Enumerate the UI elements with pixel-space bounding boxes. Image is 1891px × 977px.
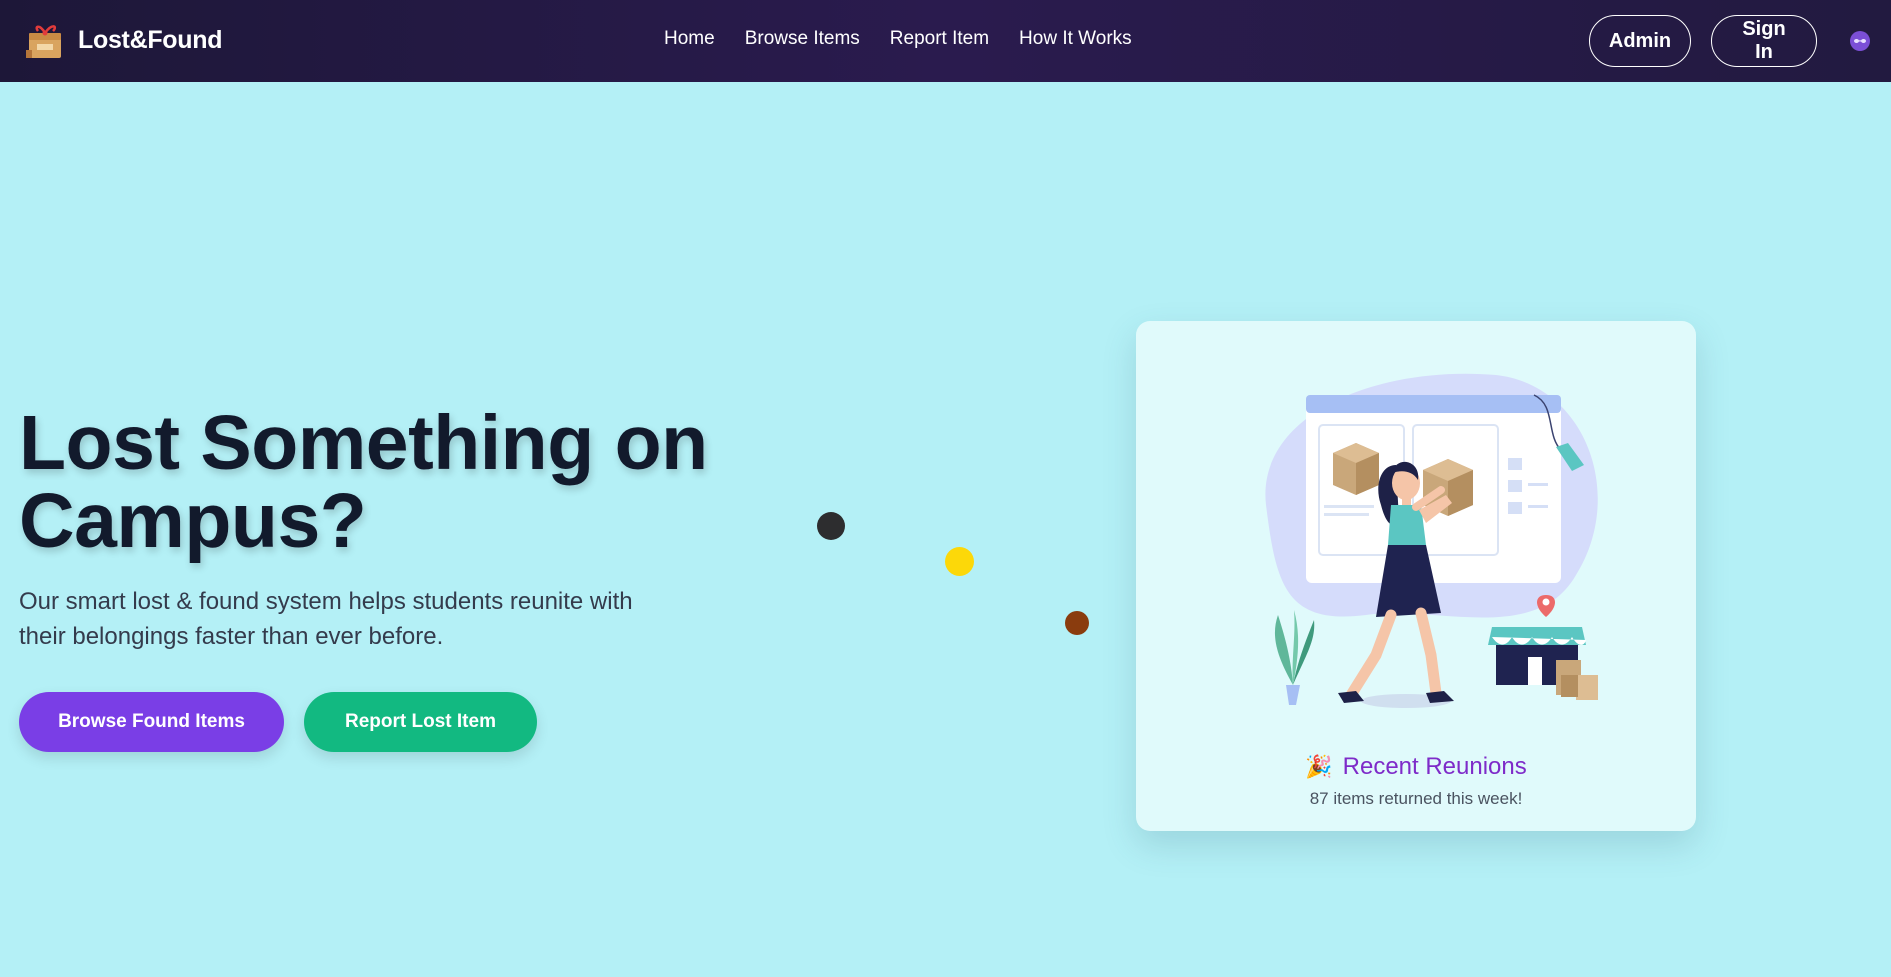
card-title: 🎉 Recent Reunions [1136, 753, 1696, 781]
decorative-dot [1065, 611, 1089, 635]
card-title-text: Recent Reunions [1342, 753, 1527, 780]
decorative-dot [817, 512, 845, 540]
nav-browse-items[interactable]: Browse Items [745, 28, 860, 50]
main-nav: Home Browse Items Report Item How It Wor… [664, 28, 1132, 50]
brand[interactable]: Lost&Found [26, 20, 222, 60]
browse-found-items-button[interactable]: Browse Found Items [19, 692, 284, 752]
decorative-dot [945, 547, 974, 576]
lost-and-found-illustration [1265, 373, 1598, 708]
nav-actions: Admin Sign In [1589, 15, 1871, 67]
hero-title: Lost Something on Campus? [19, 400, 708, 564]
brand-name: Lost&Found [78, 25, 223, 54]
gift-box-icon [26, 25, 61, 58]
nav-how-it-works[interactable]: How It Works [1019, 28, 1132, 50]
theme-toggle-icon[interactable] [1849, 30, 1871, 52]
nav-report-item[interactable]: Report Item [890, 28, 989, 50]
hero-subtitle: Our smart lost & found system helps stud… [19, 588, 633, 650]
sign-in-button[interactable]: Sign In [1711, 15, 1817, 67]
card-subtitle: 87 items returned this week! [1309, 789, 1523, 808]
party-popper-icon: 🎉 [1305, 754, 1333, 779]
report-lost-item-button[interactable]: Report Lost Item [304, 692, 537, 752]
recent-reunions-card: 🎉 Recent Reunions 87 items returned this… [1136, 321, 1696, 831]
admin-button[interactable]: Admin [1589, 15, 1691, 67]
navbar: Lost&Found Home Browse Items Report Item… [0, 0, 1891, 82]
nav-home[interactable]: Home [664, 28, 715, 50]
hero-actions: Browse Found Items Report Lost Item [19, 692, 537, 752]
